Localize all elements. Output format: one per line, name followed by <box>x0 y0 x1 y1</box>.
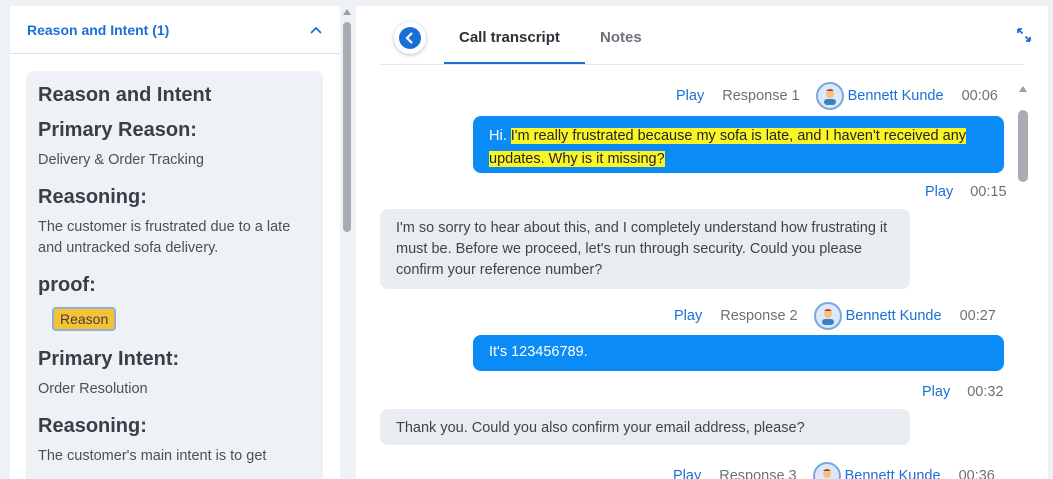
back-button[interactable] <box>394 22 426 54</box>
primary-reason-label: Primary Reason: <box>38 119 197 141</box>
back-arrow-icon <box>399 27 421 49</box>
avatar-icon <box>815 82 844 110</box>
expand-icon[interactable] <box>1017 28 1031 42</box>
tab-bar: Call transcript Notes <box>380 6 1031 65</box>
active-tab-indicator <box>444 62 585 64</box>
customer-message-bubble: Hi. I'm really frustrated because my sof… <box>473 116 1004 173</box>
message-text: Hi. <box>489 128 511 144</box>
reason-panel: Reason and Intent (1) Reason and Intent … <box>10 6 340 479</box>
timestamp: 00:32 <box>967 384 1004 400</box>
agent-name[interactable]: Bennett Kunde <box>848 88 944 104</box>
highlighted-text: I'm really frustrated because my sofa is… <box>489 128 967 167</box>
timestamp: 00:15 <box>970 184 1007 200</box>
primary-intent-label: Primary Intent: <box>38 348 180 370</box>
message-meta: Play Response 3 Bennett Kunde 00:36 <box>673 462 995 479</box>
agent-name[interactable]: Bennett Kunde <box>845 468 941 479</box>
transcript-scrollbar-thumb[interactable] <box>1018 110 1028 182</box>
avatar-icon <box>812 462 841 479</box>
left-scrollbar-thumb[interactable] <box>343 22 351 232</box>
play-link[interactable]: Play <box>673 468 701 479</box>
message-text: I'm so sorry to hear about this, and I c… <box>396 220 888 278</box>
accordion-title: Reason and Intent (1) <box>27 21 170 38</box>
play-link[interactable]: Play <box>922 384 950 400</box>
timestamp: 00:27 <box>959 308 996 324</box>
reasoning-label: Reasoning: <box>38 415 147 437</box>
proof-reason-button[interactable]: Reason <box>52 307 117 331</box>
reasoning-label: Reasoning: <box>38 186 147 208</box>
transcript-panel: Call transcript Notes Play Response 1 Be… <box>356 6 1048 479</box>
left-scroll-up-arrow[interactable] <box>343 9 351 15</box>
timestamp: 00:06 <box>961 88 998 104</box>
tab-call-transcript[interactable]: Call transcript <box>459 29 560 46</box>
play-link[interactable]: Play <box>676 88 704 104</box>
chevron-up-icon[interactable] <box>310 26 322 34</box>
reason-accordion-header[interactable]: Reason and Intent (1) <box>10 6 340 54</box>
primary-reason-value: Delivery & Order Tracking <box>38 152 204 168</box>
response-label: Response 1 <box>722 88 800 104</box>
message-text: Thank you. Could you also confirm your e… <box>396 420 805 436</box>
play-link[interactable]: Play <box>925 184 953 200</box>
app-root: Reason and Intent (1) Reason and Intent … <box>0 0 1053 479</box>
agent-message-bubble: Thank you. Could you also confirm your e… <box>380 409 910 445</box>
reason-card: Reason and Intent Primary Reason: Delive… <box>26 71 323 479</box>
play-link[interactable]: Play <box>674 308 702 324</box>
response-label: Response 3 <box>719 468 797 479</box>
message-meta: Play 00:15 <box>925 184 1007 200</box>
customer-message-bubble: It's 123456789. <box>473 335 1004 371</box>
message-meta: Play Response 2 Bennett Kunde 00:27 <box>674 302 996 330</box>
primary-intent-value: Order Resolution <box>38 381 148 397</box>
agent-message-bubble: I'm so sorry to hear about this, and I c… <box>380 209 910 289</box>
reasoning-text: The customer's main intent is to get <box>38 448 267 464</box>
message-meta: Play Response 1 Bennett Kunde 00:06 <box>676 82 998 110</box>
timestamp: 00:36 <box>958 468 995 479</box>
proof-label: proof: <box>38 274 96 296</box>
transcript-scroll-up-arrow[interactable] <box>1019 86 1027 92</box>
agent-name[interactable]: Bennett Kunde <box>846 308 942 324</box>
tab-notes[interactable]: Notes <box>600 29 642 46</box>
avatar-icon <box>813 302 842 330</box>
message-meta: Play 00:32 <box>922 384 1004 400</box>
message-text: It's 123456789. <box>489 344 588 360</box>
card-heading: Reason and Intent <box>38 84 212 106</box>
response-label: Response 2 <box>720 308 798 324</box>
reasoning-text: The customer is frustrated due to a late… <box>38 219 291 256</box>
